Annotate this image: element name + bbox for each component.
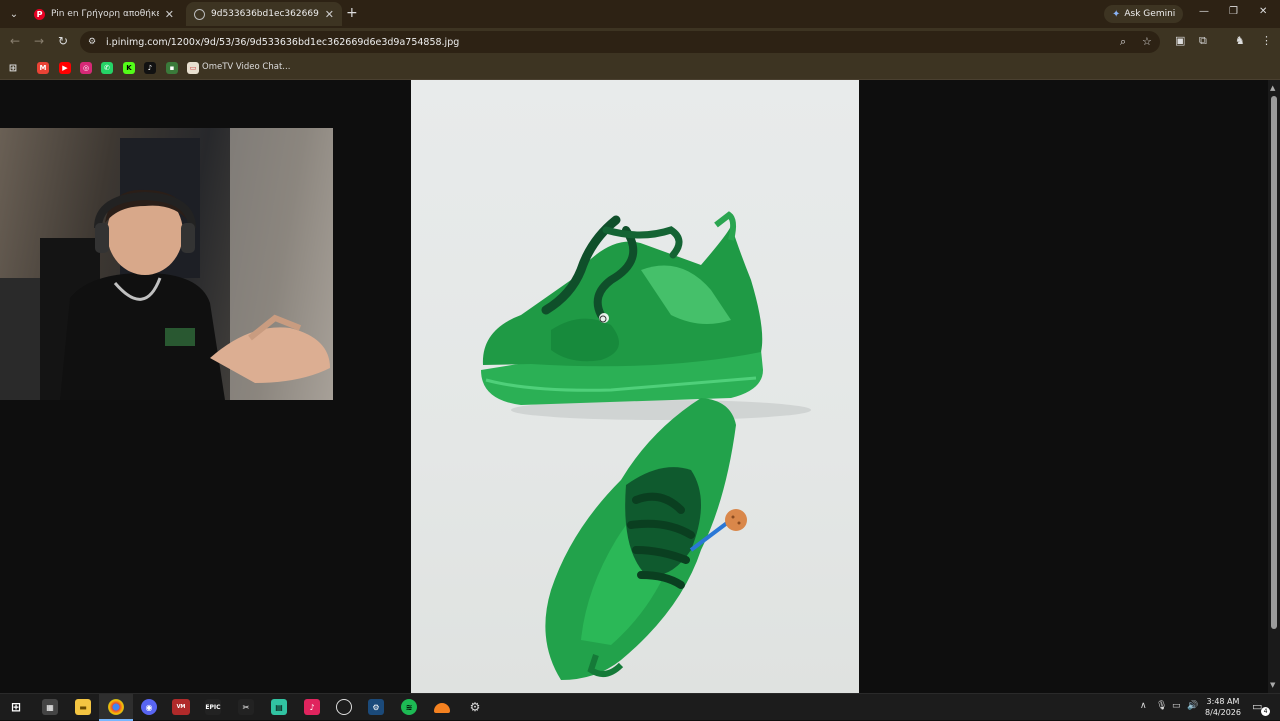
clock-time: 3:48 AM — [1206, 697, 1240, 706]
notification-count: 4 — [1261, 707, 1270, 716]
new-tab-button[interactable]: + — [346, 5, 358, 21]
forward-icon[interactable]: → — [34, 34, 44, 48]
pinterest-icon: P — [34, 8, 45, 20]
cloudflare-icon[interactable] — [434, 703, 450, 713]
tab-search-button[interactable]: ⌄ — [4, 4, 24, 24]
close-icon[interactable]: ✕ — [325, 8, 334, 21]
volume-icon[interactable]: 🔊 — [1187, 701, 1198, 711]
spotify-icon[interactable]: ≋ — [401, 699, 417, 715]
scroll-up-icon[interactable]: ▲ — [1270, 84, 1275, 92]
steam-icon[interactable]: ⚙ — [368, 699, 384, 715]
sneaker-illustration — [481, 211, 811, 680]
globe-icon — [194, 8, 205, 20]
bookmark-star-icon[interactable]: ☆ — [1142, 35, 1152, 48]
network-icon[interactable]: ▭ — [1172, 701, 1181, 711]
tab-pinterest[interactable]: P Pin en Γρήγορη αποθήκευση ✕ — [26, 2, 182, 26]
reload-icon[interactable]: ↻ — [58, 34, 68, 48]
more-menu-icon[interactable]: ⋮ — [1261, 34, 1272, 47]
bookmark-ometv[interactable]: OmeTV Video Chat... — [202, 62, 290, 72]
capcut-icon[interactable]: ✂ — [238, 699, 254, 715]
whatsapp-icon[interactable]: ✆ — [101, 62, 113, 74]
settings-icon[interactable]: ⚙ — [467, 699, 483, 715]
ask-gemini-button[interactable]: ✦ Ask Gemini — [1104, 5, 1184, 23]
microphone-icon[interactable]: 🎙 — [1156, 701, 1167, 711]
toolbar: ← → ↻ ⚙ i.pinimg.com/1200x/9d/53/36/9d53… — [0, 28, 1280, 56]
discord-icon[interactable]: ◉ — [141, 699, 157, 715]
image-viewer: ▲ ▼ — [0, 80, 1280, 693]
tiktok-icon[interactable]: ♪ — [304, 699, 320, 715]
extensions-puzzle-icon[interactable]: ⧉ — [1199, 34, 1207, 48]
tab-image[interactable]: 9d533636bd1ec362669d6e3d9 ✕ — [186, 2, 342, 26]
url-text[interactable]: i.pinimg.com/1200x/9d/53/36/9d533636bd1e… — [106, 37, 459, 48]
epic-games-icon[interactable]: EPIC — [205, 699, 221, 715]
voicemeeter-icon[interactable]: VM — [172, 699, 190, 715]
gmail-icon[interactable]: M — [37, 62, 49, 74]
ask-gemini-label: Ask Gemini — [1124, 9, 1176, 19]
apps-grid-icon[interactable]: ⊞ — [7, 62, 19, 74]
vertical-scrollbar[interactable]: ▲ ▼ — [1268, 80, 1280, 693]
chevron-down-icon: ⌄ — [9, 8, 19, 20]
clock-date: 8/4/2026 — [1205, 708, 1241, 717]
instagram-icon[interactable]: ◎ — [80, 62, 92, 74]
webcam-overlay — [0, 128, 333, 400]
folder-icon[interactable]: ▭ — [187, 62, 199, 74]
task-view-icon[interactable]: ▦ — [42, 699, 58, 715]
show-hidden-icons-icon[interactable]: ∧ — [1140, 701, 1147, 711]
scrollbar-thumb[interactable] — [1271, 96, 1277, 629]
gemini-icon: ✦ — [1112, 8, 1121, 20]
obs-icon[interactable] — [336, 699, 352, 715]
address-bar[interactable]: ⚙ i.pinimg.com/1200x/9d/53/36/9d533636bd… — [80, 31, 1160, 53]
tiktok-icon[interactable]: ♪ — [144, 62, 156, 74]
youtube-icon[interactable]: ▶ — [59, 62, 71, 74]
generic-bookmark-icon[interactable]: ▪ — [166, 62, 178, 74]
back-icon[interactable]: ← — [10, 34, 20, 48]
tab-strip: ⌄ P Pin en Γρήγορη αποθήκευση ✕ 9d533636… — [0, 0, 1280, 28]
close-icon[interactable]: ✕ — [165, 8, 174, 21]
windows-start-icon[interactable]: ⊞ — [8, 699, 24, 715]
zoom-icon[interactable]: ⌕ — [1120, 35, 1126, 49]
close-window-icon[interactable]: ✕ — [1259, 6, 1267, 17]
kick-icon[interactable]: K — [123, 62, 135, 74]
chrome-icon[interactable] — [108, 699, 124, 715]
restore-icon[interactable]: ❐ — [1229, 6, 1238, 17]
scroll-down-icon[interactable]: ▼ — [1270, 681, 1275, 689]
sneaker-photo[interactable] — [411, 80, 859, 693]
tab-title: 9d533636bd1ec362669d6e3d9 — [211, 9, 319, 19]
profile-icon[interactable]: ♞ — [1235, 34, 1245, 47]
extension-icon[interactable]: ▣ — [1175, 34, 1185, 47]
tab-title: Pin en Γρήγορη αποθήκευση — [51, 9, 159, 19]
bookmarks-bar: ⊞ M ▶ ◎ ✆ K ♪ ▪ ▭ OmeTV Video Chat... — [0, 56, 1280, 80]
streamlabs-icon[interactable]: ▤ — [271, 699, 287, 715]
file-explorer-icon[interactable]: ▬ — [75, 699, 91, 715]
streamer-illustration — [0, 128, 333, 400]
taskbar: ⊞ ▦ ▬ ◉ VM EPIC ✂ ▤ ♪ ⚙ ≋ ⚙ ∧ 🎙 ▭ 🔊 3:48… — [0, 693, 1280, 721]
minimize-icon[interactable]: — — [1199, 6, 1209, 17]
site-info-icon[interactable]: ⚙ — [88, 37, 102, 47]
system-clock[interactable]: 3:48 AM 8/4/2026 — [1203, 696, 1243, 718]
